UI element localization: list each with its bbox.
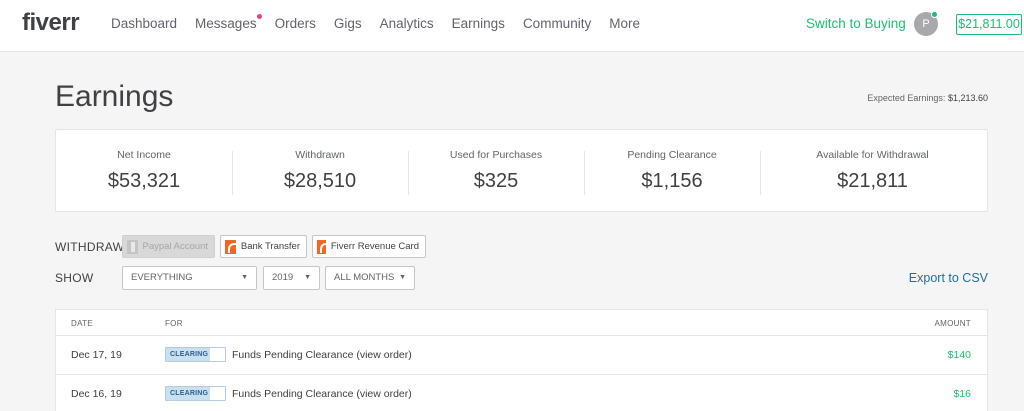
show-label: SHOW <box>55 271 94 285</box>
chevron-down-icon: ▼ <box>304 274 311 281</box>
nav-more[interactable]: More <box>609 16 640 31</box>
year-filter-select[interactable]: 2019 ▼ <box>263 266 320 290</box>
chevron-down-icon: ▼ <box>241 274 248 281</box>
nav-earnings[interactable]: Earnings <box>452 16 505 31</box>
stat-available-for-withdrawal: Available for Withdrawal $21,811 <box>760 149 985 195</box>
chevron-down-icon: ▼ <box>399 274 406 281</box>
type-filter-select[interactable]: EVERYTHING ▼ <box>122 266 257 290</box>
fiverr-logo[interactable]: fiverr <box>22 9 80 37</box>
stat-used-for-purchases: Used for Purchases $325 <box>408 149 584 195</box>
paypal-withdraw-button[interactable]: Paypal Account <box>122 235 215 258</box>
table-header: DATE FOR AMOUNT <box>56 310 987 336</box>
online-status-dot <box>931 11 938 18</box>
earnings-table: DATE FOR AMOUNT Dec 17, 19 CLEARING Fund… <box>55 309 988 411</box>
table-row: Dec 17, 19 CLEARING Funds Pending Cleara… <box>56 336 987 375</box>
column-date: DATE <box>71 319 93 328</box>
status-badge: CLEARING <box>165 347 226 362</box>
top-navigation-bar: fiverr Dashboard Messages Orders Gigs An… <box>0 0 1024 52</box>
withdraw-label: WITHDRAW <box>55 240 125 254</box>
row-date: Dec 17, 19 <box>71 349 122 361</box>
balance-button[interactable]: $21,811.00 <box>956 14 1022 35</box>
revenue-card-icon <box>317 239 330 254</box>
stat-pending-clearance: Pending Clearance $1,156 <box>584 149 760 195</box>
nav-gigs[interactable]: Gigs <box>334 16 362 31</box>
expected-earnings-value: $1,213.60 <box>947 93 988 103</box>
row-description-link[interactable]: Funds Pending Clearance (view order) <box>232 388 412 400</box>
messages-notification-dot <box>256 14 262 19</box>
nav-community[interactable]: Community <box>523 16 591 31</box>
column-amount: AMOUNT <box>934 319 971 328</box>
paypal-icon <box>127 239 138 254</box>
nav-dashboard[interactable]: Dashboard <box>111 16 177 31</box>
row-date: Dec 16, 19 <box>71 388 122 400</box>
stat-net-income: Net Income $53,321 <box>107 148 181 192</box>
row-description-link[interactable]: Funds Pending Clearance (view order) <box>232 349 412 361</box>
column-for: FOR <box>165 319 183 328</box>
main-nav: Dashboard Messages Orders Gigs Analytics… <box>111 14 658 31</box>
row-amount: $140 <box>947 349 971 361</box>
month-filter-select[interactable]: ALL MONTHS ▼ <box>325 266 415 290</box>
switch-to-buying-link[interactable]: Switch to Buying <box>806 16 906 31</box>
nav-orders[interactable]: Orders <box>275 16 316 31</box>
expected-earnings: Expected Earnings: $1,213.60 <box>867 93 988 103</box>
earnings-summary-panel: Net Income $53,321 Withdrawn $28,510 Use… <box>55 129 988 212</box>
page-title: Earnings <box>55 80 174 113</box>
export-csv-link[interactable]: Export to CSV <box>909 271 988 285</box>
nav-messages[interactable]: Messages <box>195 14 262 31</box>
row-amount: $16 <box>953 388 971 400</box>
bank-transfer-button[interactable]: Bank Transfer <box>220 235 307 258</box>
revenue-card-button[interactable]: Fiverr Revenue Card <box>312 235 426 258</box>
nav-analytics[interactable]: Analytics <box>380 16 434 31</box>
bank-transfer-icon <box>225 239 238 254</box>
status-badge: CLEARING <box>165 386 226 401</box>
table-row: Dec 16, 19 CLEARING Funds Pending Cleara… <box>56 375 987 411</box>
stat-withdrawn: Withdrawn $28,510 <box>232 149 408 195</box>
